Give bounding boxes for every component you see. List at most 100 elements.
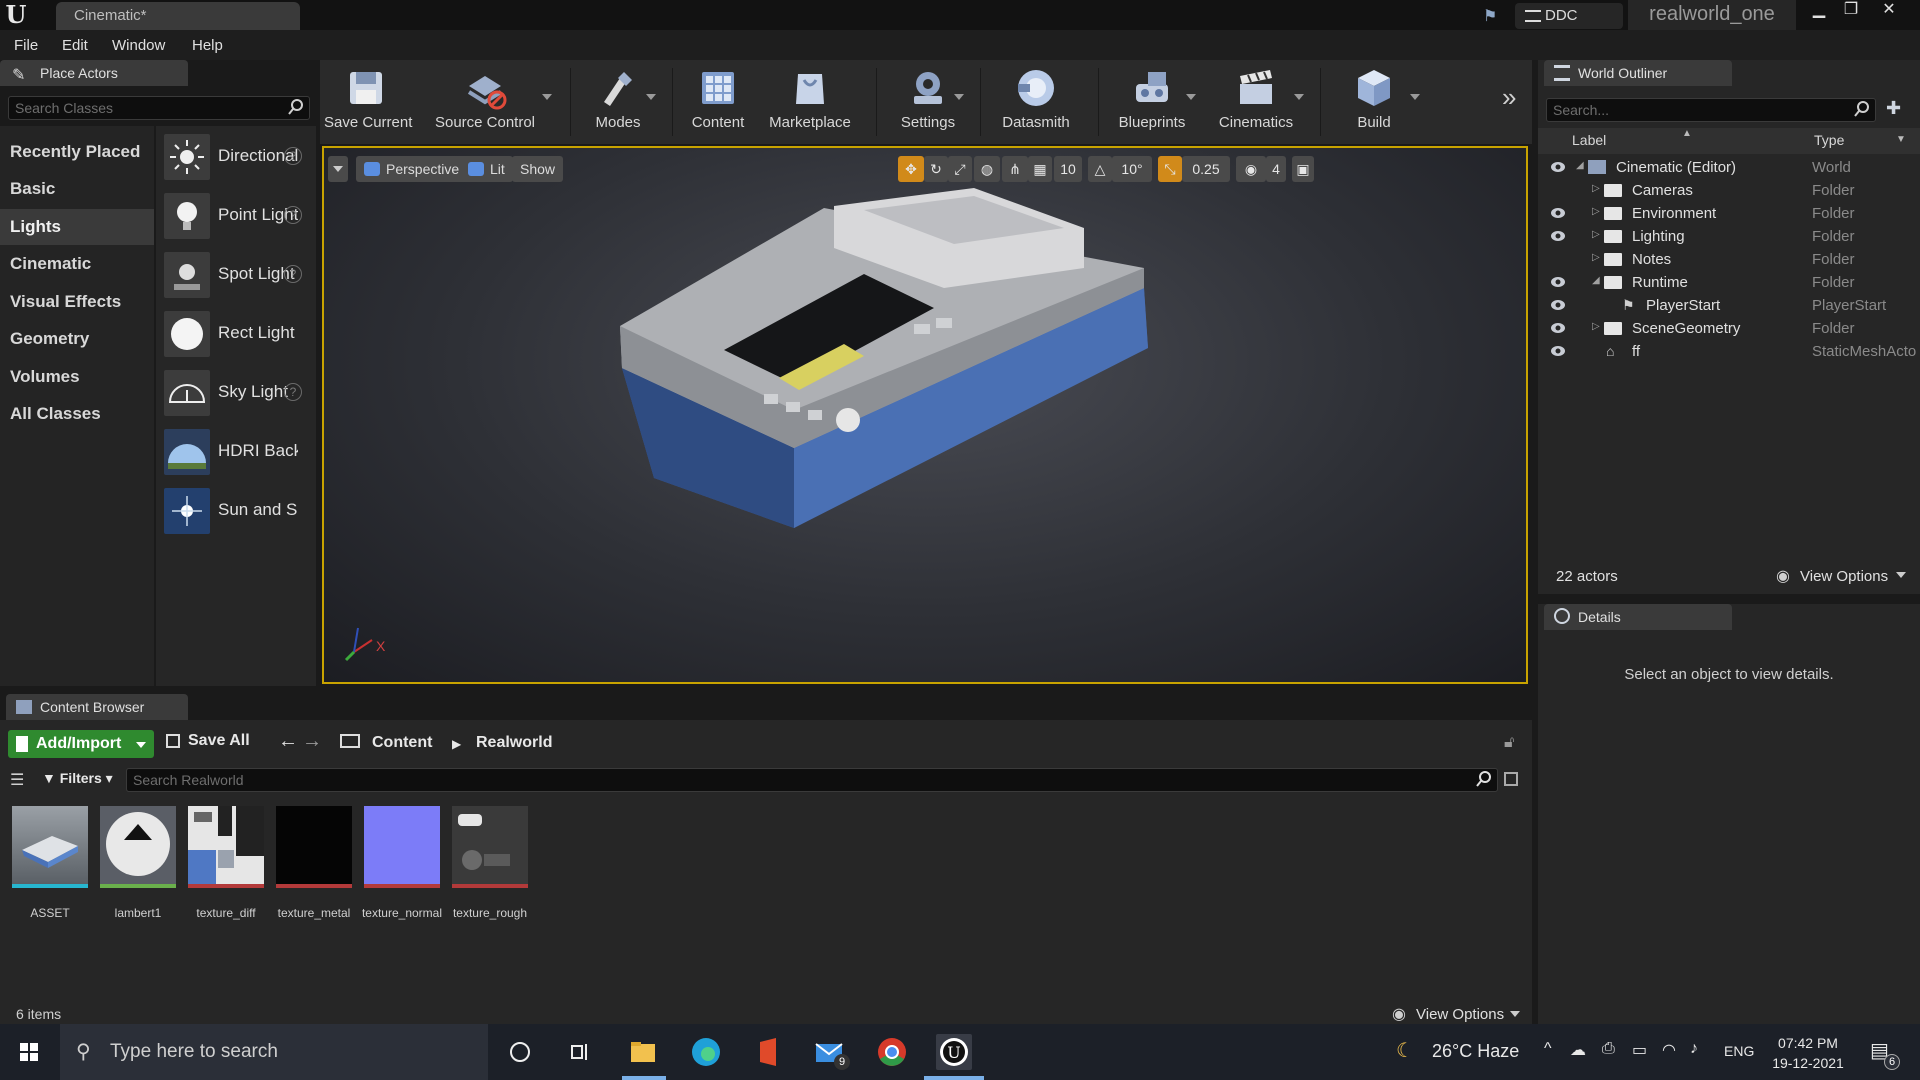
chevron-down-icon[interactable]: ▼ (1896, 134, 1906, 145)
category-all-classes[interactable]: All Classes (0, 396, 154, 432)
add-import-button[interactable]: Add/Import (8, 730, 154, 758)
visibility-eye-icon[interactable] (1550, 299, 1566, 311)
input-language[interactable]: ENG (1724, 1043, 1754, 1059)
battery-icon[interactable]: ▭ (1632, 1040, 1647, 1060)
actor-item-sky-light[interactable]: Sky Light ? (156, 366, 316, 420)
grid-snap-value[interactable]: 10 (1054, 156, 1082, 182)
asset-tile[interactable]: lambert1 (98, 806, 178, 920)
document-tab[interactable]: Cinematic* (56, 2, 300, 30)
lit-button[interactable]: Lit (460, 156, 513, 182)
category-recently-placed[interactable]: Recently Placed (0, 134, 154, 170)
actor-item-sun-and-sky[interactable]: Sun and Sky (156, 484, 316, 538)
collapsed-arrow-icon[interactable]: ▷ (1592, 321, 1600, 332)
breadcrumb-content[interactable]: Content (372, 734, 432, 752)
source-control-button[interactable]: Source Control (430, 60, 540, 144)
menu-edit[interactable]: Edit (62, 37, 88, 54)
collapsed-arrow-icon[interactable]: ▷ (1592, 206, 1600, 217)
outliner-row[interactable]: ⌂ ff StaticMeshActor (1538, 340, 1920, 363)
scale-snap-value[interactable]: 0.25 (1182, 156, 1230, 182)
actor-item-hdri-backdrop[interactable]: HDRI Backdrop (156, 425, 316, 479)
world-outliner-tab[interactable]: World Outliner (1544, 60, 1732, 86)
collapsed-arrow-icon[interactable]: ▷ (1592, 229, 1600, 240)
help-icon[interactable]: ? (284, 383, 302, 401)
category-lights[interactable]: Lights (0, 209, 154, 245)
outliner-row[interactable]: ◢ Runtime Folder (1538, 271, 1920, 294)
collapsed-arrow-icon[interactable]: ▷ (1592, 252, 1600, 263)
surface-snap-icon[interactable]: ⋔ (1002, 156, 1028, 182)
visibility-eye-icon[interactable] (1550, 230, 1566, 242)
world-space-icon[interactable]: ◍ (974, 156, 1000, 182)
chevron-down-icon[interactable] (1896, 572, 1906, 578)
camera-speed-icon[interactable]: ◉ (1236, 156, 1266, 182)
content-browser-tab[interactable]: Content Browser (6, 694, 188, 720)
source-control-dropdown-icon[interactable] (542, 94, 552, 100)
save-all-button[interactable]: Save All (166, 732, 250, 750)
view-options-button[interactable]: View Options (1416, 1006, 1504, 1023)
details-tab[interactable]: Details (1544, 604, 1732, 630)
add-filter-icon[interactable]: ✚ (1886, 98, 1901, 119)
content-button[interactable]: Content (676, 60, 760, 144)
unreal-engine-icon[interactable]: U (936, 1034, 972, 1070)
actor-item-rect-light[interactable]: Rect Light (156, 307, 316, 361)
search-classes-input[interactable]: Search Classes (8, 96, 310, 120)
modes-dropdown-icon[interactable] (646, 94, 656, 100)
asset-tile[interactable]: texture_metal (274, 806, 354, 920)
search-icon[interactable] (1475, 770, 1493, 788)
filters-button[interactable]: ▼ Filters ▾ (42, 770, 113, 787)
category-cinematic[interactable]: Cinematic (0, 246, 154, 282)
system-clock[interactable]: 07:42 PM 19-12-2021 (1770, 1033, 1846, 1073)
ddc-button[interactable]: DDC (1515, 3, 1623, 29)
edge-browser-icon[interactable] (688, 1034, 724, 1070)
expanded-arrow-icon[interactable]: ◢ (1592, 275, 1600, 286)
category-visual-effects[interactable]: Visual Effects (0, 284, 154, 320)
perspective-button[interactable]: Perspective (356, 156, 468, 182)
outliner-row[interactable]: ▷ Notes Folder (1538, 248, 1920, 271)
volume-icon[interactable]: ♪ (1690, 1040, 1698, 1058)
toolbar-overflow-icon[interactable]: » (1502, 84, 1528, 112)
menu-file[interactable]: File (14, 37, 38, 54)
breadcrumb-realworld[interactable]: Realworld (476, 734, 552, 752)
scale-snap-icon[interactable]: ⤡ (1158, 156, 1182, 182)
actor-item-point-light[interactable]: Point Light ? (156, 189, 316, 243)
asset-tile[interactable]: texture_normal (362, 806, 442, 920)
marketplace-button[interactable]: Marketplace (764, 60, 856, 144)
office-icon[interactable] (750, 1034, 786, 1070)
visibility-eye-icon[interactable] (1550, 207, 1566, 219)
file-explorer-icon[interactable] (625, 1034, 661, 1070)
menu-window[interactable]: Window (112, 37, 165, 54)
category-geometry[interactable]: Geometry (0, 321, 154, 357)
actor-item-directional-light[interactable]: Directional Light ? (156, 130, 316, 184)
taskbar-search-box[interactable]: ⚲ Type here to search (60, 1024, 488, 1080)
start-button[interactable] (0, 1024, 58, 1080)
outliner-row[interactable]: ▷ Cameras Folder (1538, 179, 1920, 202)
visibility-eye-icon[interactable] (1550, 345, 1566, 357)
wifi-icon[interactable]: ◠ (1662, 1040, 1676, 1060)
show-button[interactable]: Show (512, 156, 564, 182)
column-label[interactable]: Label (1572, 132, 1606, 148)
menu-help[interactable]: Help (192, 37, 223, 54)
blueprints-dropdown-icon[interactable] (1186, 94, 1196, 100)
sources-panel-icon[interactable]: ☰ (10, 770, 24, 790)
datasmith-button[interactable]: Datasmith (986, 60, 1086, 144)
settings-button[interactable]: Settings (884, 60, 972, 144)
outliner-row[interactable]: ▷ SceneGeometry Folder (1538, 317, 1920, 340)
task-view-icon[interactable] (562, 1034, 598, 1070)
content-search-input[interactable]: Search Realworld (126, 768, 1498, 792)
expanded-arrow-icon[interactable]: ◢ (1576, 160, 1584, 171)
grid-snap-icon[interactable]: ▦ (1028, 156, 1052, 182)
onedrive-icon[interactable]: ☁ (1570, 1040, 1586, 1060)
asset-tile[interactable]: ASSET (10, 806, 90, 920)
restore-icon[interactable]: ❐ (1836, 0, 1866, 22)
blueprints-button[interactable]: Blueprints (1104, 60, 1200, 144)
outliner-row[interactable]: ⚑ PlayerStart PlayerStart (1538, 294, 1920, 317)
category-basic[interactable]: Basic (0, 171, 154, 207)
place-actors-tab[interactable]: ✎ Place Actors (0, 60, 188, 86)
help-icon[interactable]: ? (284, 147, 302, 165)
outliner-search-input[interactable]: Search... (1546, 98, 1876, 122)
device-icon[interactable]: ⎙ (1602, 1040, 1615, 1058)
category-volumes[interactable]: Volumes (0, 359, 154, 395)
outliner-row[interactable]: ◢ Cinematic (Editor) World (1538, 156, 1920, 179)
save-search-icon[interactable] (1504, 772, 1518, 786)
settings-dropdown-icon[interactable] (954, 94, 964, 100)
close-icon[interactable]: ✕ (1874, 0, 1904, 22)
